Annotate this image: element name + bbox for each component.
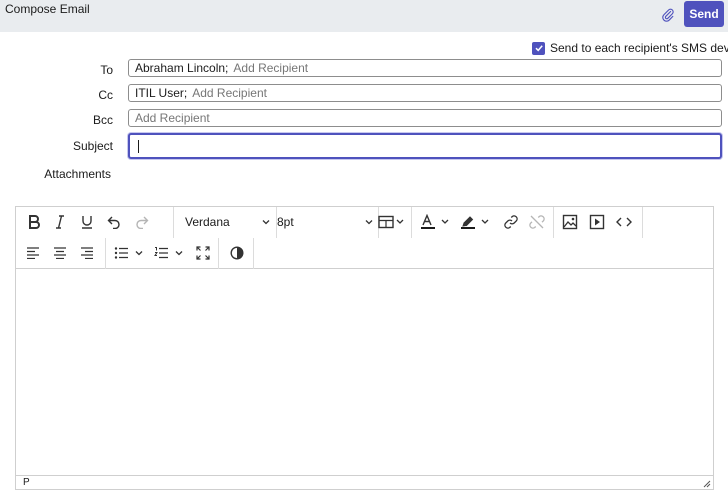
align-right-icon[interactable] — [77, 242, 97, 264]
attachments-label: Attachments — [44, 167, 111, 181]
to-add-recipient[interactable]: Add Recipient — [233, 61, 308, 75]
rich-text-editor: Verdana 8pt P — [15, 206, 714, 490]
font-family-group: Verdana — [174, 207, 277, 238]
paperclip-icon[interactable] — [659, 6, 677, 24]
italic-icon[interactable] — [50, 211, 70, 233]
toolbar-row-2 — [16, 238, 713, 269]
send-button[interactable]: Send — [684, 1, 724, 27]
format-group — [16, 207, 174, 238]
cc-label: Cc — [98, 88, 113, 102]
contrast-group — [219, 238, 254, 269]
editor-content[interactable] — [16, 270, 713, 475]
unlink-icon[interactable] — [526, 211, 548, 233]
list-group — [106, 238, 219, 269]
undo-icon[interactable] — [104, 211, 124, 233]
highlight-color-icon[interactable] — [459, 211, 495, 233]
bcc-add-recipient[interactable]: Add Recipient — [135, 111, 210, 125]
redo-icon[interactable] — [132, 211, 152, 233]
align-group — [16, 238, 106, 269]
bold-icon[interactable] — [24, 211, 44, 233]
sms-option[interactable]: Send to each recipient's SMS device — [532, 41, 728, 55]
bcc-field[interactable]: Add Recipient — [128, 109, 722, 127]
link-icon[interactable] — [500, 211, 522, 233]
subject-label: Subject — [72, 139, 113, 153]
source-code-icon[interactable] — [613, 211, 635, 233]
text-caret — [138, 140, 139, 153]
underline-icon[interactable] — [77, 211, 97, 233]
cc-recipient[interactable]: ITIL User; — [135, 86, 187, 100]
image-icon[interactable] — [559, 211, 581, 233]
toolbar-row-1: Verdana 8pt — [16, 207, 713, 238]
cc-field[interactable]: ITIL User; Add Recipient — [128, 84, 722, 102]
editor-status-bar: P — [16, 475, 713, 489]
sms-label: Send to each recipient's SMS device — [550, 41, 728, 55]
element-path[interactable]: P — [23, 477, 30, 488]
page-title: Compose Email — [5, 2, 90, 16]
cc-add-recipient[interactable]: Add Recipient — [192, 86, 267, 100]
to-label: To — [100, 63, 113, 77]
align-left-icon[interactable] — [23, 242, 43, 264]
color-link-group — [412, 207, 554, 238]
resize-handle-icon[interactable] — [701, 478, 711, 488]
align-center-icon[interactable] — [50, 242, 70, 264]
chevron-down-icon — [262, 220, 270, 225]
fullscreen-icon[interactable] — [192, 242, 214, 264]
font-size-select[interactable]: 8pt — [277, 211, 374, 233]
text-color-icon[interactable] — [419, 211, 455, 233]
modal-header: Compose Email Send — [0, 0, 728, 32]
numbered-list-icon[interactable] — [153, 242, 189, 264]
to-field[interactable]: Abraham Lincoln; Add Recipient — [128, 59, 722, 77]
table-group — [378, 207, 412, 238]
bcc-label: Bcc — [92, 113, 113, 127]
table-icon[interactable] — [375, 211, 409, 233]
font-size-value: 8pt — [277, 215, 294, 229]
contrast-icon[interactable] — [226, 242, 248, 264]
font-family-select[interactable]: Verdana — [185, 211, 273, 233]
media-icon[interactable] — [586, 211, 608, 233]
bullet-list-icon[interactable] — [113, 242, 149, 264]
font-family-value: Verdana — [185, 215, 230, 229]
subject-input[interactable] — [128, 133, 722, 159]
insert-group — [554, 207, 643, 238]
sms-checkbox[interactable] — [532, 41, 545, 55]
to-recipient[interactable]: Abraham Lincoln; — [135, 61, 228, 75]
font-size-group: 8pt — [277, 207, 379, 238]
chevron-down-icon — [365, 220, 373, 225]
